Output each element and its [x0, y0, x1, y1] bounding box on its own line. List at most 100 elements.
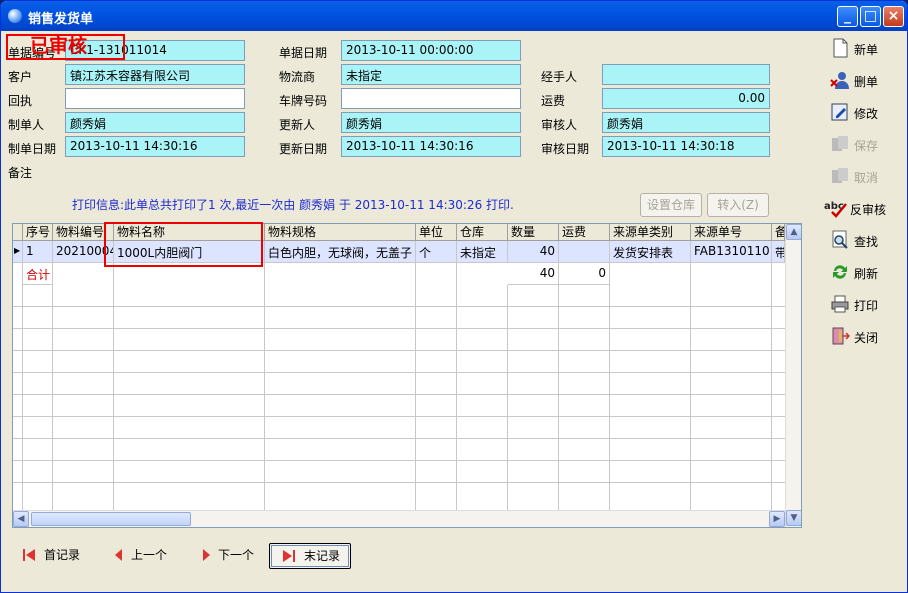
col-header-source-no[interactable]: 来源单号: [691, 224, 772, 241]
app-globe-icon: [8, 9, 22, 23]
delete-user-icon: [830, 72, 849, 89]
close-window-button[interactable]: ×: [883, 6, 904, 27]
toolbar-new-button[interactable]: 新单: [828, 36, 900, 62]
title-bar[interactable]: 销售发货单 _ □ ×: [1, 1, 907, 31]
cell-freight[interactable]: [559, 241, 610, 263]
auditor-label: 审核人: [541, 118, 578, 132]
update-date-field[interactable]: 2013-10-11 14:30:16: [341, 136, 521, 157]
cell-material-spec[interactable]: 白色内胆，无球阀，无盖子: [265, 241, 416, 263]
horizontal-scrollbar[interactable]: ◀ ▶: [13, 510, 785, 527]
last-record-icon: [283, 550, 295, 562]
toolbar-unaudit-label: 反审核: [850, 203, 887, 217]
toolbar-search-button[interactable]: 查找: [828, 228, 900, 254]
toolbar-print-button[interactable]: 打印: [828, 292, 900, 318]
customer-label: 客户: [8, 70, 33, 84]
updater-field[interactable]: 颜秀娟: [341, 112, 521, 133]
minimize-button[interactable]: _: [837, 6, 858, 27]
last-record-label: 末记录: [304, 549, 341, 563]
edit-icon: [831, 103, 848, 121]
cell-source-type[interactable]: 发货安排表: [610, 241, 691, 263]
logistics-label: 物流商: [279, 70, 316, 84]
print-info: 打印信息:此单总共打印了1 次,最近一次由 颜秀娟 于 2013-10-11 1…: [72, 198, 514, 212]
toolbar-edit-label: 修改: [854, 107, 879, 121]
toolbar-cancel-button[interactable]: 取消: [828, 164, 900, 190]
first-record-button[interactable]: 首记录: [22, 543, 92, 569]
last-record-button[interactable]: 末记录: [269, 543, 351, 569]
remark-label: 备注: [8, 166, 33, 180]
toolbar-save-button[interactable]: 保存: [828, 132, 900, 158]
toolbar-edit-button[interactable]: 修改: [828, 100, 900, 126]
audited-stamp: 已审核: [6, 34, 125, 60]
col-header-freight[interactable]: 运费: [559, 224, 610, 241]
plate-label: 车牌号码: [279, 94, 328, 108]
cell-warehouse[interactable]: 未指定: [457, 241, 508, 263]
new-doc-icon: [833, 38, 848, 58]
vertical-scrollbar[interactable]: ▲ ▼: [785, 224, 801, 527]
receipt-label: 回执: [8, 94, 33, 108]
cell-remark[interactable]: 带: [772, 241, 785, 263]
prev-record-button[interactable]: 上一个: [112, 543, 182, 569]
transfer-in-button[interactable]: 转入(Z): [707, 193, 769, 217]
detail-grid[interactable]: 序号 物料编号 物料名称 物料规格 单位 仓库 数量 运费 来源单类别 来源单号…: [12, 223, 802, 528]
cell-quantity[interactable]: 40: [508, 241, 559, 263]
first-record-label: 首记录: [44, 548, 81, 562]
col-header-unit[interactable]: 单位: [416, 224, 457, 241]
total-quantity: 40: [508, 263, 559, 285]
cell-seq[interactable]: 1: [23, 241, 53, 263]
set-warehouse-button[interactable]: 设置仓库: [640, 193, 702, 217]
create-date-field[interactable]: 2013-10-11 14:30:16: [65, 136, 245, 157]
freight-field[interactable]: 0.00: [602, 88, 770, 109]
toolbar-search-label: 查找: [854, 235, 879, 249]
save-icon: [832, 136, 848, 151]
next-record-button[interactable]: 下一个: [199, 543, 269, 569]
toolbar-delete-button[interactable]: 删单: [828, 68, 900, 94]
horizontal-scroll-thumb[interactable]: [31, 512, 191, 526]
col-header-warehouse[interactable]: 仓库: [457, 224, 508, 241]
receipt-field[interactable]: [65, 88, 245, 109]
audit-date-label: 审核日期: [541, 142, 590, 156]
col-header-remark[interactable]: 备注: [772, 224, 785, 241]
toolbar-refresh-button[interactable]: 刷新: [828, 260, 900, 286]
auditor-field[interactable]: 颜秀娟: [602, 112, 770, 133]
toolbar-delete-label: 删单: [854, 75, 879, 89]
toolbar-refresh-label: 刷新: [854, 267, 879, 281]
updater-label: 更新人: [279, 118, 316, 132]
plate-field[interactable]: [341, 88, 521, 109]
freight-label: 运费: [541, 94, 566, 108]
cell-unit[interactable]: 个: [416, 241, 457, 263]
toolbar-close-button[interactable]: 关闭: [828, 324, 900, 350]
sales-delivery-window: 销售发货单 _ □ × 单据编号 CK1-131011014 已审核 客户 镇江…: [0, 0, 908, 593]
creator-label: 制单人: [8, 118, 45, 132]
prev-record-label: 上一个: [131, 548, 168, 562]
col-header-seq[interactable]: 序号: [23, 224, 53, 241]
col-header-source-type[interactable]: 来源单类别: [610, 224, 691, 241]
first-record-icon: [23, 549, 35, 561]
logistics-field[interactable]: 未指定: [341, 64, 521, 85]
scroll-right-icon[interactable]: ▶: [769, 511, 785, 527]
update-date-label: 更新日期: [279, 142, 328, 156]
refresh-icon: [833, 265, 847, 279]
material-name-highlight: [104, 222, 263, 267]
toolbar-print-label: 打印: [854, 299, 879, 313]
scroll-down-icon[interactable]: ▼: [786, 510, 801, 526]
print-icon: [831, 295, 849, 313]
search-icon: [832, 230, 848, 249]
creator-field[interactable]: 颜秀娟: [65, 112, 245, 133]
toolbar-cancel-label: 取消: [854, 171, 879, 185]
total-freight: 0: [559, 263, 610, 285]
doc-date-field[interactable]: 2013-10-11 00:00:00: [341, 40, 521, 61]
customer-field[interactable]: 镇江苏禾容器有限公司: [65, 64, 245, 85]
toolbar-unaudit-button[interactable]: abc 反审核: [824, 196, 900, 222]
handler-field[interactable]: [602, 64, 770, 85]
col-header-material-spec[interactable]: 物料规格: [265, 224, 416, 241]
maximize-button[interactable]: □: [860, 6, 881, 27]
handler-label: 经手人: [541, 70, 578, 84]
scroll-left-icon[interactable]: ◀: [13, 511, 29, 527]
create-date-label: 制单日期: [8, 142, 57, 156]
col-header-quantity[interactable]: 数量: [508, 224, 559, 241]
scroll-up-icon[interactable]: ▲: [786, 224, 801, 240]
cell-source-no[interactable]: FAB13101101: [691, 241, 772, 263]
audit-date-field[interactable]: 2013-10-11 14:30:18: [602, 136, 770, 157]
total-label: 合计: [23, 263, 53, 285]
form-body: 单据编号 CK1-131011014 已审核 客户 镇江苏禾容器有限公司 回执 …: [4, 31, 904, 591]
